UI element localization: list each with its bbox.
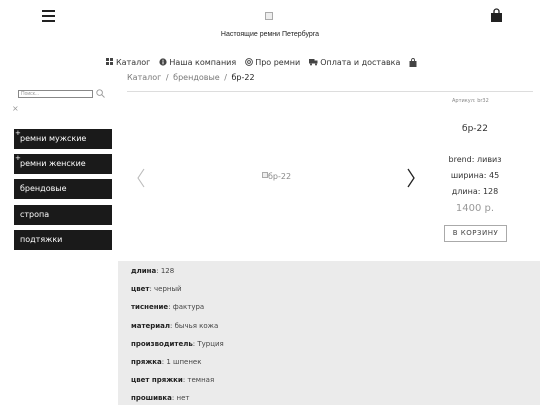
sidebar-item-womens-belts[interactable]: + ремни женские xyxy=(14,154,112,174)
sidebar-item-label: брендовые xyxy=(20,184,67,193)
divider xyxy=(127,91,533,92)
breadcrumb-separator: / xyxy=(165,73,169,82)
site-name[interactable]: Настоящие ремни Петербурга xyxy=(0,31,540,38)
sidebar-item-mens-belts[interactable]: + ремни мужские xyxy=(14,129,112,149)
product-title: бр-22 xyxy=(462,124,488,134)
spec-key: цвет пряжки xyxy=(131,376,183,384)
sidebar-item-strap[interactable]: стропа xyxy=(14,205,112,225)
shopping-bag-icon xyxy=(409,57,417,67)
nav-cart[interactable] xyxy=(409,57,419,67)
broken-image-icon xyxy=(265,12,273,20)
product-width: ширина: 45 xyxy=(450,171,500,180)
spec-value: : черный xyxy=(149,285,182,293)
sidebar-item-label: ремни мужские xyxy=(20,134,87,143)
spec-row: цвет пряжки: темная xyxy=(131,376,214,384)
nav-item-catalog[interactable]: Каталог xyxy=(106,58,150,67)
nav-item-about-belts[interactable]: Про ремни xyxy=(245,58,300,67)
nav-item-label: Про ремни xyxy=(255,57,301,67)
spec-key: пряжка xyxy=(131,358,162,366)
spec-row: пряжка: 1 шпенек xyxy=(131,358,201,366)
spec-row: длина: 128 xyxy=(131,267,174,275)
spec-row: цвет: черный xyxy=(131,285,182,293)
spec-key: производитель xyxy=(131,340,193,348)
spec-row: материал: бычья кожа xyxy=(131,322,218,330)
spec-value: : темная xyxy=(182,376,215,384)
nav-item-label: Каталог xyxy=(116,57,151,67)
sidebar-item-branded[interactable]: брендовые xyxy=(14,179,112,199)
grid-icon xyxy=(106,58,113,65)
sidebar-item-label: ремни женские xyxy=(20,159,86,168)
spec-value: : бычья кожа xyxy=(170,322,219,330)
search-icon[interactable] xyxy=(96,89,105,98)
sidebar-item-label: подтяжки xyxy=(20,235,63,244)
product-image[interactable]: бр-22 xyxy=(262,172,291,181)
expand-icon[interactable]: + xyxy=(15,148,21,168)
breadcrumb: Каталог / брендовые / бр-22 xyxy=(127,73,255,82)
expand-icon[interactable]: + xyxy=(15,123,21,143)
breadcrumb-catalog[interactable]: Каталог xyxy=(127,73,161,82)
product-price: 1400 р. xyxy=(455,203,495,214)
spec-value: : нет xyxy=(171,394,190,402)
breadcrumb-branded[interactable]: брендовые xyxy=(173,73,220,82)
spec-value: : Турция xyxy=(192,340,224,348)
nav-item-company[interactable]: Наша компания xyxy=(159,58,236,67)
spec-row: прошивка: нет xyxy=(131,394,189,402)
spec-key: прошивка xyxy=(131,394,172,402)
product-brand: brend: ливиз xyxy=(448,155,502,164)
spec-value: : фактура xyxy=(168,303,205,311)
support-icon xyxy=(245,58,254,66)
search-input[interactable]: Поиск... xyxy=(18,90,93,98)
spec-value: : 128 xyxy=(156,267,175,275)
spec-key: цвет xyxy=(131,285,150,293)
spec-key: материал xyxy=(131,322,171,330)
breadcrumb-separator: / xyxy=(224,73,227,82)
nav-item-delivery[interactable]: Оплата и доставка xyxy=(309,58,400,67)
shopping-bag-icon[interactable] xyxy=(490,8,503,22)
spec-key: тиснение xyxy=(131,303,169,311)
spec-row: производитель: Турция xyxy=(131,340,224,348)
sidebar-item-suspenders[interactable]: подтяжки xyxy=(14,230,112,250)
nav-item-label: Оплата и доставка xyxy=(320,57,401,67)
nav-item-label: Наша компания xyxy=(169,57,237,67)
add-to-cart-button[interactable]: В КОРЗИНУ xyxy=(444,225,507,242)
sidebar-item-label: стропа xyxy=(20,210,50,219)
info-icon xyxy=(159,58,167,66)
spec-value: : 1 шпенек xyxy=(161,358,202,366)
chevron-left-icon[interactable] xyxy=(136,168,146,188)
chevron-right-icon[interactable] xyxy=(406,168,416,188)
spec-key: длина xyxy=(131,267,157,275)
main-nav: Каталог Наша компания Про ремни Оплата и… xyxy=(106,56,428,68)
product-image-alt: бр-22 xyxy=(268,172,292,181)
product-article: Артикул: br32 xyxy=(452,98,489,104)
truck-icon xyxy=(309,59,318,66)
hamburger-menu-icon[interactable] xyxy=(42,10,55,22)
close-sidebar-icon[interactable]: × xyxy=(12,104,19,113)
spec-row: тиснение: фактура xyxy=(131,303,204,311)
specs-panel: длина: 128 цвет: черный тиснение: фактур… xyxy=(118,261,540,405)
product-length: длина: 128 xyxy=(451,187,499,196)
breadcrumb-current: бр-22 xyxy=(231,73,255,82)
